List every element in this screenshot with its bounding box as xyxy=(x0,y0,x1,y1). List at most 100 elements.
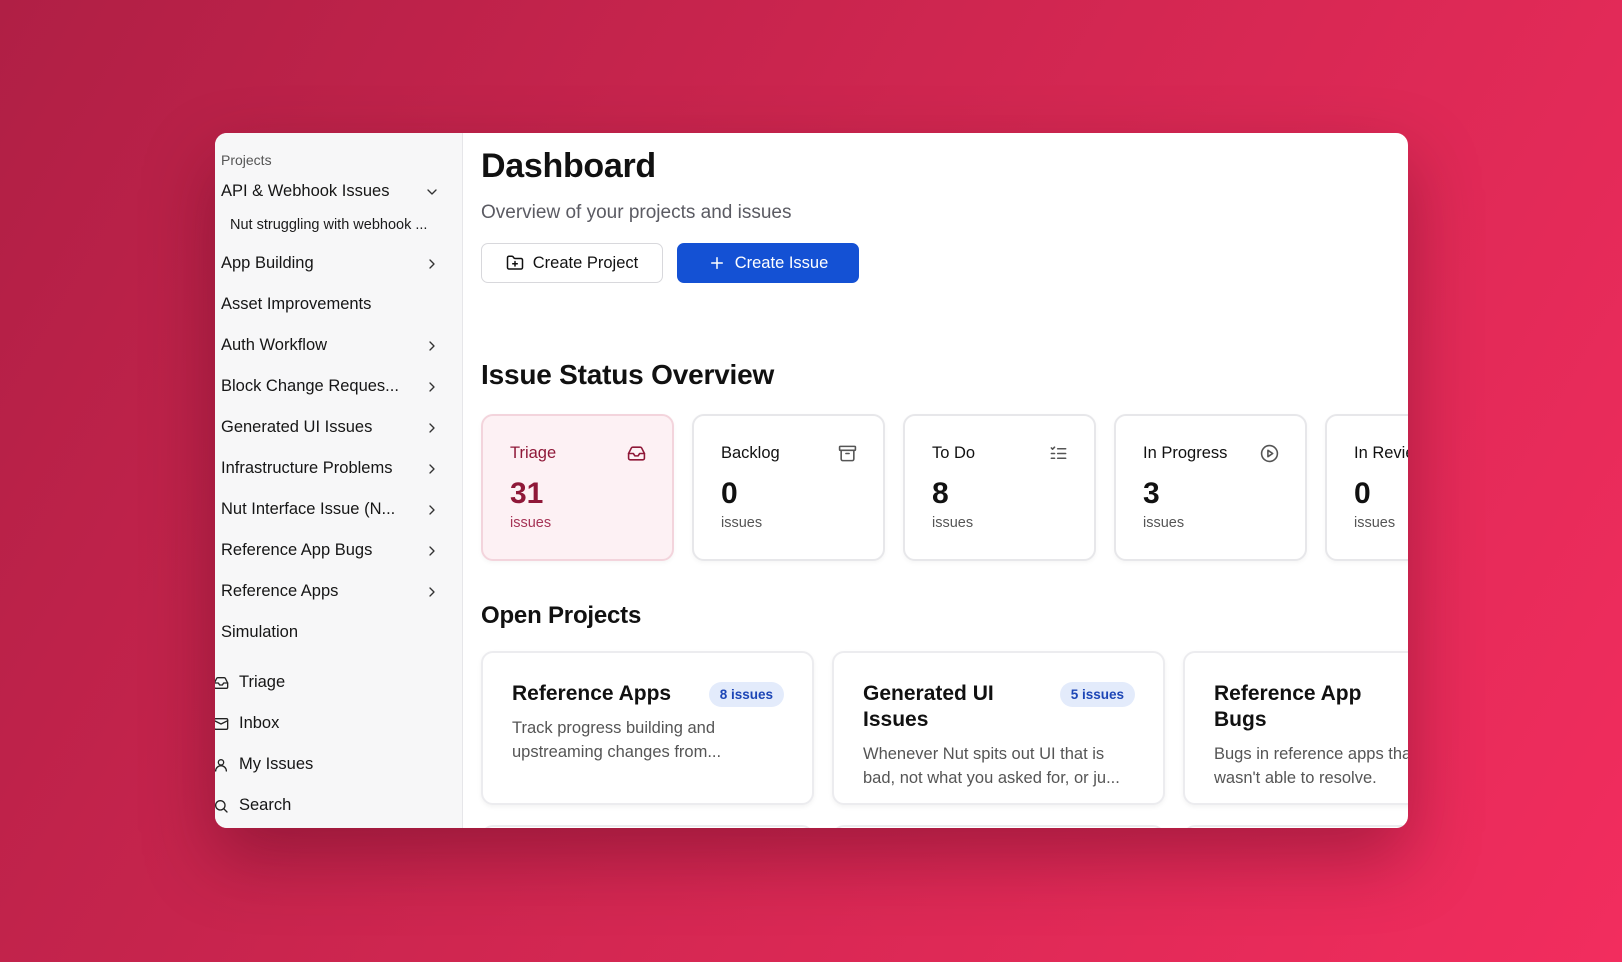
status-unit: issues xyxy=(932,515,974,531)
sidebar-nav-triage[interactable]: Triage xyxy=(215,662,462,703)
checklist-icon xyxy=(1050,446,1067,460)
project-title: Generated UI Issues xyxy=(863,682,994,731)
project-description: Track progress building and upstreaming … xyxy=(512,719,722,761)
chevron-right-icon xyxy=(429,258,435,269)
folder-plus-icon xyxy=(506,255,524,270)
sidebar-project-label: Auth Workflow xyxy=(221,336,328,354)
status-count: 3 xyxy=(1143,477,1160,510)
sidebar-nav-label: Triage xyxy=(239,673,286,691)
status-card-triage[interactable]: Triage 31 issues xyxy=(481,414,674,561)
project-card-placeholder[interactable] xyxy=(1183,825,1408,828)
main-content: Dashboard Overview of your projects and … xyxy=(463,133,1408,828)
user-icon xyxy=(215,758,227,772)
sidebar-heading: Projects xyxy=(221,152,272,168)
status-card-to-do[interactable]: To Do 8 issues xyxy=(903,414,1096,561)
project-card[interactable]: Reference Apps 8 issues Track progress bui… xyxy=(481,651,814,805)
sidebar-nav-my-issues[interactable]: My Issues xyxy=(215,744,462,785)
status-card-backlog[interactable]: Backlog 0 issues xyxy=(692,414,885,561)
project-card-placeholder[interactable] xyxy=(832,825,1165,828)
create-issue-button[interactable]: Create Issue xyxy=(677,243,859,283)
status-name: In Review xyxy=(1354,444,1408,462)
chevron-right-icon xyxy=(429,586,435,597)
project-description: Bugs in reference apps that Nut wasn't a… xyxy=(1214,745,1408,787)
sidebar-project-label: Reference App Bugs xyxy=(221,541,373,559)
sidebar-project-item[interactable]: Nut Interface Issue (N... xyxy=(215,489,462,530)
sidebar-project-label: Nut Interface Issue (N... xyxy=(221,500,396,518)
sidebar-nav-label: My Issues xyxy=(239,755,314,773)
sidebar-nav-search[interactable]: Search xyxy=(215,785,462,826)
chevron-right-icon xyxy=(429,340,435,351)
sidebar-project-label: API & Webhook Issues xyxy=(221,182,390,200)
status-card-row: Triage 31 issues Backlog 0 issues To Do 8 issues… xyxy=(481,414,1408,561)
page-subtitle: Overview of your projects and issues xyxy=(481,202,792,223)
project-card[interactable]: Reference App Bugs Bugs in reference apps… xyxy=(1183,651,1408,805)
status-count: 0 xyxy=(721,477,738,510)
status-unit: issues xyxy=(1143,515,1185,531)
project-card-row: Reference Apps 8 issues Track progress bui… xyxy=(481,651,1408,805)
status-name: Triage xyxy=(510,444,557,462)
sidebar-project-item[interactable]: Generated UI Issues xyxy=(215,407,462,448)
sidebar-project-label: Generated UI Issues xyxy=(221,418,373,436)
mail-icon xyxy=(215,717,229,730)
status-name: In Progress xyxy=(1143,444,1228,462)
chevron-right-icon xyxy=(429,463,435,474)
status-unit: issues xyxy=(721,515,763,531)
sidebar-project-label: Asset Improvements xyxy=(221,295,372,313)
status-overview-title: Issue Status Overview xyxy=(481,359,775,390)
status-unit: issues xyxy=(510,515,552,531)
sidebar-project-item[interactable]: Simulation xyxy=(215,612,462,653)
sidebar-project-list: API & Webhook Issues Nut struggling with … xyxy=(215,175,462,653)
status-card-in-review[interactable]: In Review 0 issues xyxy=(1325,414,1408,561)
sidebar-nav: Triage Inbox My Issues Search xyxy=(215,662,462,826)
create-issue-label: Create Issue xyxy=(734,253,829,272)
sidebar-nav-label: Search xyxy=(239,796,292,814)
plus-icon xyxy=(710,257,723,269)
project-description: Whenever Nut spits out UI that is bad, n… xyxy=(863,745,1120,787)
sidebar-project-label: Reference Apps xyxy=(221,582,339,600)
sidebar-project-item[interactable]: Asset Improvements xyxy=(215,284,462,325)
chevron-right-icon xyxy=(429,545,435,556)
inbox-tray-icon xyxy=(627,446,646,461)
status-name: To Do xyxy=(932,444,976,462)
chevron-right-icon xyxy=(429,422,435,433)
sidebar-project-item[interactable]: Reference App Bugs xyxy=(215,530,462,571)
issue-count-badge: 5 issues xyxy=(1059,682,1135,707)
status-card-in-progress[interactable]: In Progress 3 issues xyxy=(1114,414,1307,561)
chevron-down-icon xyxy=(427,188,437,195)
chevron-right-icon xyxy=(429,504,435,515)
inbox-tray-icon xyxy=(215,676,229,689)
sidebar-project-label: Infrastructure Problems xyxy=(221,459,393,477)
status-count: 0 xyxy=(1354,477,1371,510)
sidebar-nav-label: Inbox xyxy=(239,714,280,732)
search-icon xyxy=(215,799,228,813)
status-count: 8 xyxy=(932,477,949,510)
sidebar-project-item[interactable]: API & Webhook Issues xyxy=(215,175,462,208)
create-project-button[interactable]: Create Project xyxy=(481,243,663,283)
play-circle-icon xyxy=(1260,444,1279,463)
sidebar-project-item[interactable]: App Building xyxy=(215,243,462,284)
project-title: Reference App Bugs xyxy=(1214,682,1362,731)
project-title: Reference Apps xyxy=(512,682,672,705)
archive-icon xyxy=(838,445,857,462)
sidebar-project-label: Block Change Reques... xyxy=(221,377,399,395)
action-bar: Create Project Create Issue xyxy=(481,243,1408,283)
project-card[interactable]: Generated UI Issues 5 issues Whenever Nut … xyxy=(832,651,1165,805)
sidebar: Projects API & Webhook Issues Nut struggl… xyxy=(215,133,463,828)
open-projects-title: Open Projects xyxy=(481,602,642,629)
project-card-row-2 xyxy=(481,825,1408,828)
sidebar-project-item[interactable]: Reference Apps xyxy=(215,571,462,612)
sidebar-issue-item[interactable]: Nut struggling with webhook ... xyxy=(215,208,462,243)
sidebar-project-item[interactable]: Block Change Reques... xyxy=(215,366,462,407)
sidebar-project-item[interactable]: Auth Workflow xyxy=(215,325,462,366)
create-project-label: Create Project xyxy=(532,253,639,272)
page-title: Dashboard xyxy=(481,147,656,185)
sidebar-project-label: App Building xyxy=(221,254,314,272)
sidebar-project-item[interactable]: Infrastructure Problems xyxy=(215,448,462,489)
sidebar-nav-inbox[interactable]: Inbox xyxy=(215,703,462,744)
status-name: Backlog xyxy=(721,444,780,462)
app-window: Projects API & Webhook Issues Nut struggl… xyxy=(215,133,1408,828)
project-card-placeholder[interactable] xyxy=(481,825,814,828)
status-count: 31 xyxy=(510,477,544,510)
sidebar-project-label: Simulation xyxy=(221,623,299,641)
status-unit: issues xyxy=(1354,515,1396,531)
